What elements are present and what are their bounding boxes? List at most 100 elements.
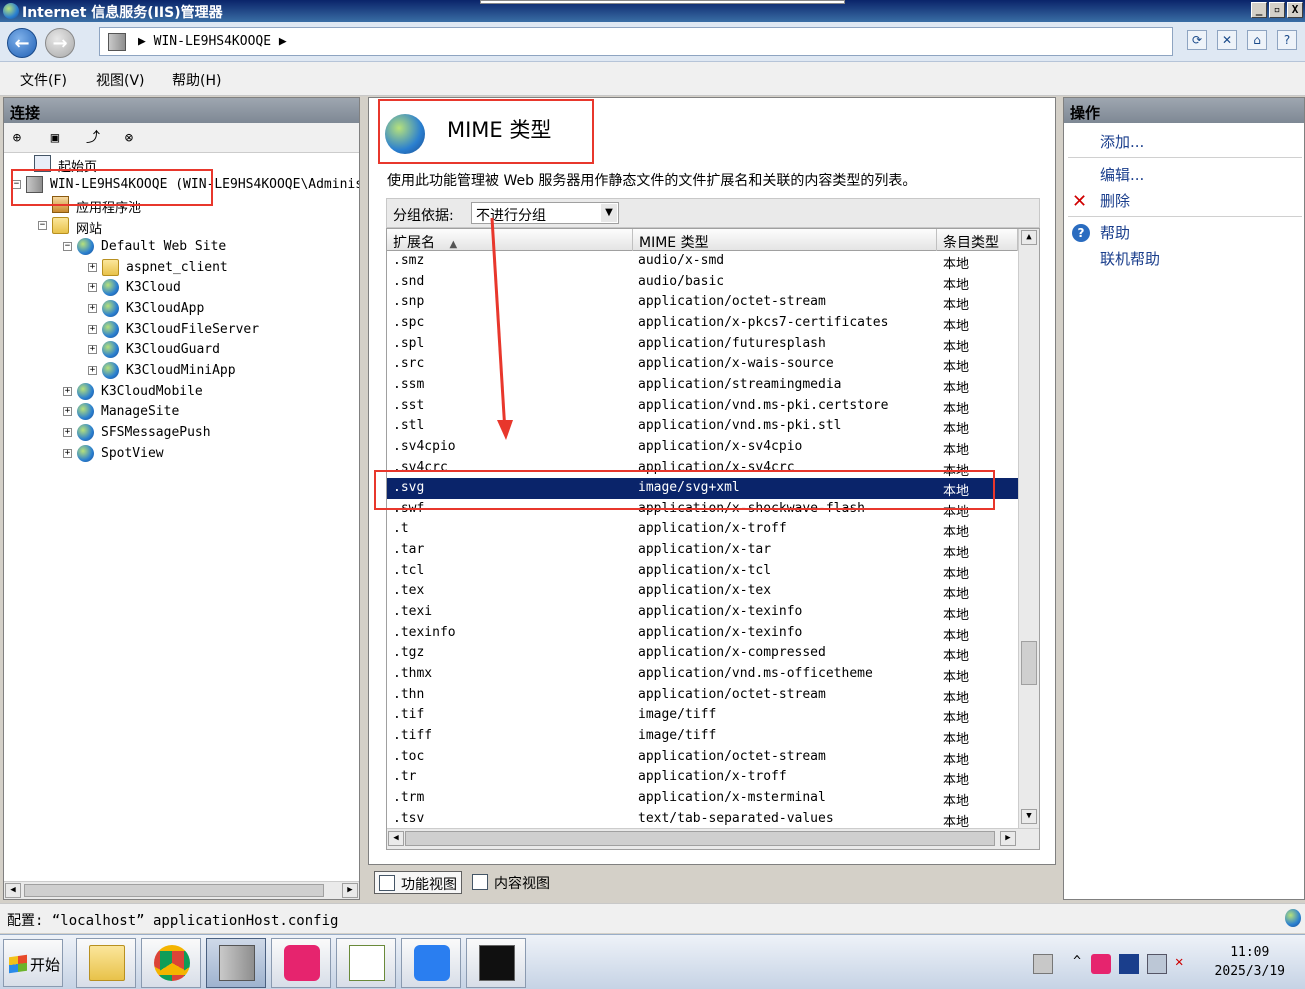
taskbar-cmd[interactable] [466,938,526,988]
expand-icon[interactable]: + [88,262,97,272]
restore-button[interactable]: ▫ [1269,2,1285,18]
action-delete[interactable]: 删除 [1100,190,1130,211]
horizontal-scrollbar[interactable]: ◀ ▶ [4,881,359,899]
tab-features-view[interactable]: 功能视图 [374,871,462,894]
table-row[interactable]: .t application/x-troff 本地 [387,519,1018,540]
address-box[interactable]: ▶ WIN-LE9HS4KOOQE ▶ [99,27,1173,56]
forward-button[interactable]: → [45,28,75,58]
scroll-thumb[interactable] [405,831,995,846]
network-icon[interactable] [1147,954,1167,974]
taskbar-iis-manager[interactable] [206,938,266,988]
expand-icon[interactable]: + [88,345,97,355]
home-icon[interactable]: ⌂ [1247,30,1267,50]
table-row[interactable]: .sv4cpio application/x-sv4cpio 本地 [387,437,1018,458]
expand-icon[interactable]: + [63,428,72,438]
table-row[interactable]: .tiff image/tiff 本地 [387,726,1018,747]
menu-help[interactable]: 帮助(H) [172,70,221,90]
table-row[interactable]: .tar application/x-tar 本地 [387,540,1018,561]
column-entry-type[interactable]: 条目类型 [937,229,1018,251]
table-row[interactable]: .tsv text/tab-separated-values 本地 [387,809,1018,829]
table-row[interactable]: .stl application/vnd.ms-pki.stl 本地 [387,416,1018,437]
expand-icon[interactable]: + [88,283,97,293]
scroll-thumb[interactable] [1021,641,1037,685]
table-row[interactable]: .tif image/tiff 本地 [387,705,1018,726]
action-edit[interactable]: 编辑... [1100,164,1144,185]
scroll-left-icon[interactable]: ◀ [388,831,404,846]
table-row[interactable]: .thmx application/vnd.ms-officetheme 本地 [387,664,1018,685]
table-row[interactable]: .trm application/x-msterminal 本地 [387,788,1018,809]
scroll-right-icon[interactable]: ▶ [1000,831,1016,846]
expand-icon[interactable]: + [88,303,97,313]
taskbar-chrome[interactable] [141,938,201,988]
table-row[interactable]: .smz audio/x-smd 本地 [387,251,1018,272]
minimize-button[interactable]: _ [1251,2,1267,18]
keyboard-icon[interactable] [1033,954,1053,974]
chevron-down-icon[interactable]: ▼ [601,204,617,222]
volume-muted-icon[interactable]: ✕ [1175,954,1195,974]
table-row[interactable]: .snp application/octet-stream 本地 [387,292,1018,313]
cell-extension: .sst [393,397,425,413]
refresh-icon[interactable]: ⟳ [1187,30,1207,50]
expand-icon[interactable]: + [88,366,97,375]
breadcrumb[interactable]: ▶ WIN-LE9HS4KOOQE ▶ [138,34,287,49]
table-row[interactable]: .tex application/x-tex 本地 [387,581,1018,602]
action-help[interactable]: 帮助 [1100,222,1130,243]
table-row[interactable]: .spc application/x-pkcs7-certificates 本地 [387,313,1018,334]
table-row[interactable]: .sst application/vnd.ms-pki.certstore 本地 [387,396,1018,417]
table-row[interactable]: .toc application/octet-stream 本地 [387,747,1018,768]
expand-icon[interactable]: + [88,324,97,334]
cell-entry-type: 本地 [943,339,970,355]
taskbar-app[interactable] [401,938,461,988]
expand-icon[interactable]: + [63,448,72,458]
table-row[interactable]: .texi application/x-texinfo 本地 [387,602,1018,623]
help-icon[interactable]: ? [1277,30,1297,50]
connect-icon[interactable]: ⊕ [8,129,26,147]
cell-entry-type: 本地 [943,360,970,376]
action-online-help[interactable]: 联机帮助 [1100,248,1160,269]
up-level-icon[interactable]: ⤴ [84,129,102,147]
table-row[interactable]: .snd audio/basic 本地 [387,272,1018,293]
tab-content-label: 内容视图 [494,876,550,892]
taskbar-notepad[interactable] [336,938,396,988]
scroll-up-icon[interactable]: ▲ [1021,230,1037,245]
tab-content-view[interactable]: 内容视图 [468,871,554,894]
column-mime-type[interactable]: MIME 类型 [633,229,937,251]
taskbar-explorer[interactable] [76,938,136,988]
expand-icon[interactable]: + [63,407,72,417]
save-icon[interactable]: ▣ [46,129,64,147]
taskbar-app[interactable] [271,938,331,988]
close-button[interactable]: X [1287,2,1303,18]
back-button[interactable]: ← [7,28,37,58]
table-row[interactable]: .ssm application/streamingmedia 本地 [387,375,1018,396]
table-row[interactable]: .tcl application/x-tcl 本地 [387,561,1018,582]
menu-file[interactable]: 文件(F) [20,70,67,90]
scroll-left-icon[interactable]: ◀ [5,883,21,898]
table-row[interactable]: .tr application/x-troff 本地 [387,767,1018,788]
breadcrumb-server[interactable]: WIN-LE9HS4KOOQE [154,34,271,49]
show-hidden-icons-icon[interactable]: ^ [1067,954,1087,974]
table-row[interactable]: .spl application/futuresplash 本地 [387,334,1018,355]
globe-icon [77,237,94,255]
disconnect-icon[interactable]: ⊗ [120,129,138,147]
column-extension[interactable]: 扩展名 ▲ [387,229,633,251]
expand-icon[interactable]: + [63,386,72,396]
menu-view[interactable]: 视图(V) [96,70,145,90]
horizontal-scrollbar[interactable]: ◀ ▶ [387,828,1039,849]
scroll-down-icon[interactable]: ▼ [1021,809,1037,824]
start-button[interactable]: 开始 [3,939,63,987]
table-row[interactable]: .tgz application/x-compressed 本地 [387,643,1018,664]
collapse-icon[interactable]: − [38,221,47,231]
collapse-icon[interactable]: − [63,241,72,251]
tray-app-icon[interactable] [1119,954,1139,974]
table-row[interactable]: .src application/x-wais-source 本地 [387,354,1018,375]
table-row[interactable]: .texinfo application/x-texinfo 本地 [387,623,1018,644]
scroll-thumb[interactable] [24,884,324,897]
stop-icon[interactable]: ✕ [1217,30,1237,50]
scroll-right-icon[interactable]: ▶ [342,883,358,898]
vertical-scrollbar[interactable]: ▲ ▼ [1018,229,1039,829]
clock[interactable]: 11:09 2025/3/19 [1215,943,1285,981]
table-row[interactable]: .thn application/octet-stream 本地 [387,685,1018,706]
tray-app-icon[interactable] [1091,954,1111,974]
action-add[interactable]: 添加... [1100,131,1144,152]
group-by-select[interactable]: 不进行分组 ▼ [471,202,619,224]
